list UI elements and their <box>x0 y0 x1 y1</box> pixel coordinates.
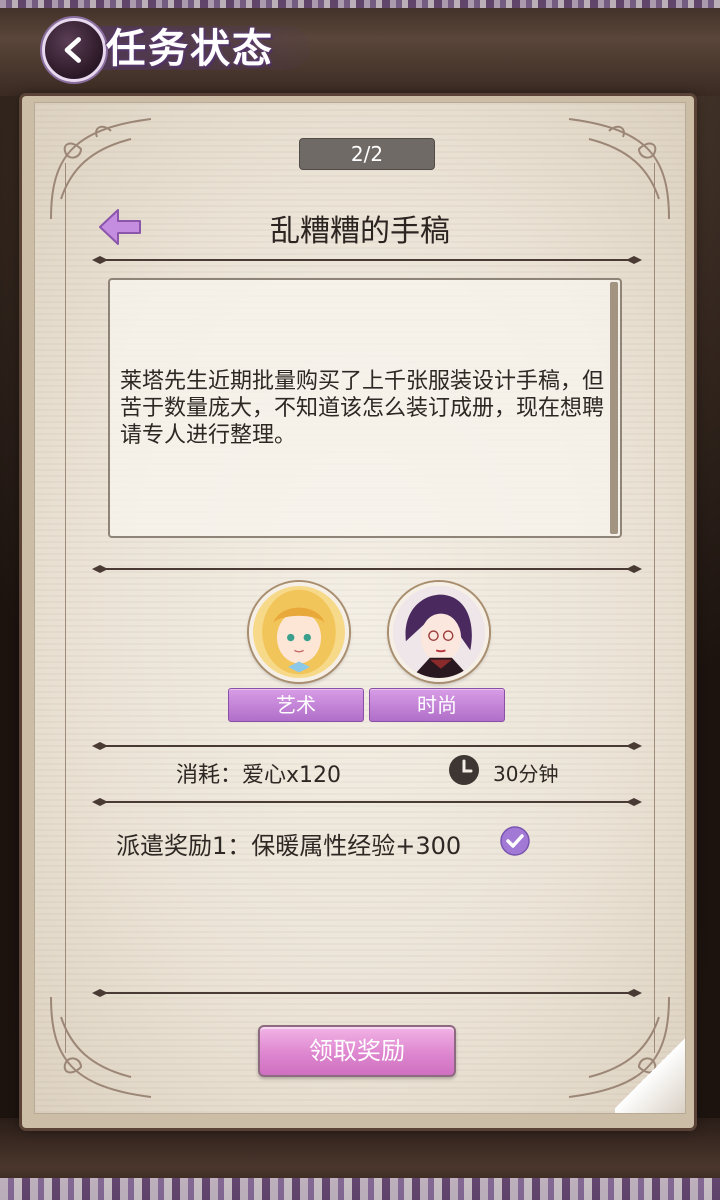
purple-hair-lady-avatar-icon <box>393 586 485 678</box>
claim-reward-button[interactable]: 领取奖励 <box>258 1025 456 1077</box>
ornament-divider <box>92 983 642 997</box>
ornament-divider <box>92 792 642 806</box>
floral-corner-ornament <box>41 987 161 1107</box>
task-counter: 2/2 <box>299 138 435 170</box>
character-avatar-1[interactable] <box>249 582 349 682</box>
character-avatar-2[interactable] <box>389 582 489 682</box>
clock-icon <box>448 754 480 786</box>
task-description: 莱塔先生近期批量购买了上千张服装设计手稿，但苦于数量庞大，不知道该怎么装订成册，… <box>120 369 605 448</box>
task-cost: 消耗：爱心x120 <box>176 763 342 788</box>
arrow-left-icon <box>99 209 141 245</box>
blonde-girl-avatar-icon <box>253 586 345 678</box>
back-button[interactable] <box>42 18 106 82</box>
task-description-box: 莱塔先生近期批量购买了上千张服装设计手稿，但苦于数量庞大，不知道该怎么装订成册，… <box>108 278 622 538</box>
page-title: 任务状态 <box>106 25 274 72</box>
character-tag-1: 艺术 <box>228 688 364 722</box>
bottom-ornate-frame <box>0 1118 720 1200</box>
floral-corner-ornament <box>559 109 679 229</box>
ornament-divider <box>92 250 642 264</box>
character-tag-2: 时尚 <box>369 688 505 722</box>
check-circle-icon <box>500 826 530 856</box>
task-title: 乱糟糟的手稿 <box>270 214 450 249</box>
prev-task-button[interactable] <box>96 206 144 248</box>
chevron-left-icon <box>64 37 81 63</box>
page-curl[interactable] <box>615 1033 685 1113</box>
reward-text: 派遣奖励1：保暖属性经验+300 <box>116 832 462 860</box>
ornament-divider <box>92 559 642 573</box>
task-duration: 30分钟 <box>493 762 559 786</box>
ornament-divider <box>92 736 642 750</box>
